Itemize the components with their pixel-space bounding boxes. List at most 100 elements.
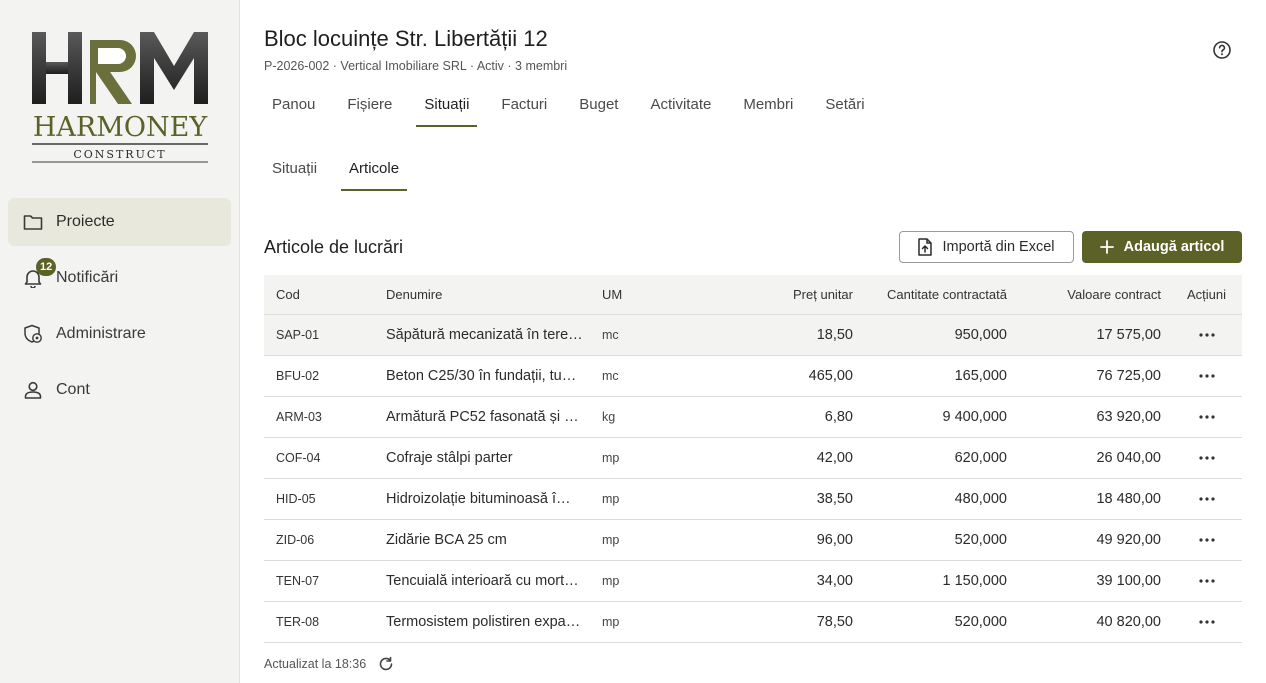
page-title: Bloc locuințe Str. Libertății 12 [264,26,548,51]
import-excel-label: Importă din Excel [942,239,1055,255]
cell-denumire: Tencuială interioară cu mort… [386,573,579,589]
cell-um: mp [602,492,620,506]
more-actions-icon[interactable] [1195,614,1219,630]
col-cantitate[interactable]: Cantitate contractată [853,287,1007,302]
cell-pret-unitar: 6,80 [824,409,853,425]
main-content: Bloc locuințe Str. Libertății 12 P-2026-… [264,0,1242,683]
user-icon [22,379,44,401]
cell-actiuni [1161,573,1242,589]
cell-pret-unitar: 34,00 [816,573,853,589]
cell-cod: TEN-07 [276,574,320,588]
section-title: Articole de lucrări [264,237,404,257]
table-row[interactable]: ZID-06 Zidărie BCA 25 cm mp 96,00 520,000 49 … [264,520,1242,561]
cell-cod: SAP-01 [276,328,320,342]
subtab-situatii[interactable]: Situații [264,160,325,191]
cell-actiuni [1161,327,1242,343]
cell-actiuni [1161,409,1242,425]
table-row[interactable]: COF-04 Cofraje stâlpi parter mp 42,00 620,00… [264,438,1242,479]
tab-situatii[interactable]: Situații [416,96,478,127]
more-actions-icon[interactable] [1195,327,1219,343]
col-um[interactable]: UM [602,287,692,302]
cell-valoare: 49 920,00 [1096,532,1161,548]
cell-pret-unitar: 42,00 [816,450,853,466]
cell-actiuni [1161,491,1242,507]
sidebar-item-administrare[interactable]: Administrare [8,310,231,358]
table-row[interactable]: SAP-01 Săpătură mecanizată în tere… mc 18,5… [264,315,1242,356]
sidebar-item-label: Cont [56,381,90,398]
col-actiuni: Acțiuni [1186,287,1227,302]
import-excel-button[interactable]: Importă din Excel [899,231,1074,263]
tab-facturi[interactable]: Facturi [493,96,555,127]
situatii-subtabs: Situații Articole [264,160,423,192]
cell-denumire: Armătură PC52 fasonată și … [386,409,579,425]
cell-um: mp [602,615,620,629]
sidebar-item-cont[interactable]: Cont [8,366,231,414]
table-row[interactable]: HID-05 Hidroizolație bituminoasă î… mp 38,5… [264,479,1242,520]
cell-valoare: 40 820,00 [1096,614,1161,630]
cell-cantitate: 520,000 [954,532,1007,548]
subtab-articole[interactable]: Articole [341,160,408,191]
tab-setari[interactable]: Setări [817,96,872,127]
cell-valoare: 39 100,00 [1096,573,1161,589]
cell-denumire: Termosistem polistiren expa… [386,614,581,630]
cell-actiuni [1161,532,1242,548]
cell-um: mc [602,369,619,383]
cell-cod: TER-08 [276,615,320,629]
add-article-label: Adaugă articol [1123,239,1225,255]
tab-membri[interactable]: Membri [735,96,801,127]
more-actions-icon[interactable] [1195,409,1219,425]
tab-activitate[interactable]: Activitate [642,96,719,127]
cell-denumire: Săpătură mecanizată în tere… [386,327,583,343]
more-actions-icon[interactable] [1195,573,1219,589]
cell-pret-unitar: 96,00 [816,532,853,548]
cell-cantitate: 9 400,000 [942,409,1007,425]
table-row[interactable]: TEN-07 Tencuială interioară cu mort… mp 34,… [264,561,1242,602]
cell-denumire: Beton C25/30 în fundații, tu… [386,368,577,384]
company-logo[interactable]: HARMONEY CONSTRUCT [28,26,212,166]
cell-pret-unitar: 38,50 [816,491,853,507]
sidebar-nav: Proiecte 12 Notificări Administrare Cont [8,198,231,422]
logo-text: HARMONEY [33,112,208,143]
tab-buget[interactable]: Buget [571,96,626,127]
bell-icon: 12 [22,258,57,289]
cell-valoare: 76 725,00 [1096,368,1161,384]
cell-cod: ARM-03 [276,410,322,424]
col-valoare[interactable]: Valoare contract [1007,287,1161,302]
sidebar-item-proiecte[interactable]: Proiecte [8,198,231,246]
sidebar-item-label: Administrare [56,325,146,342]
sidebar-item-label: Proiecte [56,213,115,230]
tab-panou[interactable]: Panou [264,96,323,127]
cell-valoare: 18 480,00 [1096,491,1161,507]
cell-pret-unitar: 465,00 [808,368,853,384]
cell-cantitate: 620,000 [954,450,1007,466]
sidebar-item-notificari[interactable]: 12 Notificări [8,254,231,302]
more-actions-icon[interactable] [1195,450,1219,466]
cell-actiuni [1161,614,1242,630]
articles-table: Cod Denumire UM Preț unitar Cantitate co… [264,275,1242,643]
col-pret-unitar[interactable]: Preț unitar [692,287,853,302]
add-article-button[interactable]: Adaugă articol [1082,231,1242,263]
more-actions-icon[interactable] [1195,368,1219,384]
cell-um: mp [602,574,620,588]
table-header: Cod Denumire UM Preț unitar Cantitate co… [264,275,1242,315]
cell-denumire: Hidroizolație bituminoasă î… [386,491,571,507]
cell-um: kg [602,410,616,424]
more-actions-icon[interactable] [1195,532,1219,548]
sidebar: HARMONEY CONSTRUCT Proiecte 12 Notificăr… [0,0,240,683]
col-denumire[interactable]: Denumire [386,287,602,302]
tab-fisiere[interactable]: Fișiere [339,96,400,127]
more-actions-icon[interactable] [1195,491,1219,507]
cell-cod: HID-05 [276,492,316,506]
cell-cantitate: 1 150,000 [942,573,1007,589]
refresh-icon[interactable] [378,656,394,672]
col-cod[interactable]: Cod [264,287,386,302]
folder-icon [22,211,44,233]
cell-valoare: 17 575,00 [1096,327,1161,343]
table-row[interactable]: ARM-03 Armătură PC52 fasonată și … kg 6,80 9… [264,397,1242,438]
help-icon[interactable] [1212,40,1232,60]
project-tabs: Panou Fișiere Situații Facturi Buget Act… [264,96,889,128]
table-row[interactable]: TER-08 Termosistem polistiren expa… mp 78,5… [264,602,1242,643]
cell-valoare: 26 040,00 [1096,450,1161,466]
table-row[interactable]: BFU-02 Beton C25/30 în fundații, tu… mc 465… [264,356,1242,397]
cell-cod: ZID-06 [276,533,315,547]
